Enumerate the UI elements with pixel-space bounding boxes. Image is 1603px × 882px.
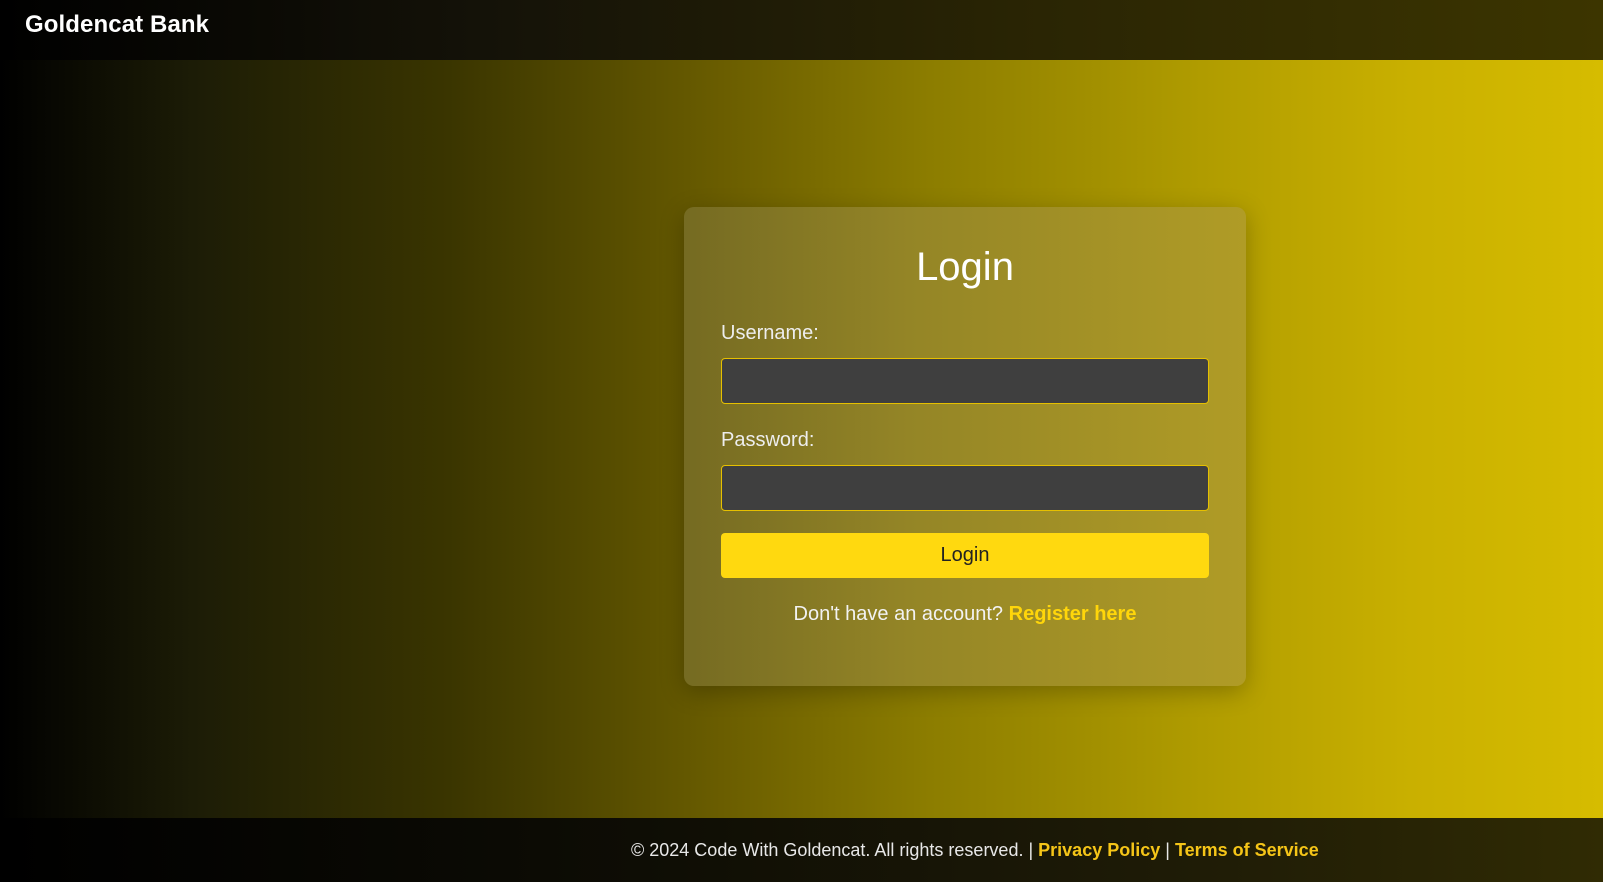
username-input[interactable] [721, 358, 1209, 404]
register-prompt-text: Don't have an account? [793, 603, 1004, 625]
footer-separator: | [1165, 840, 1170, 860]
register-link[interactable]: Register here [1009, 603, 1137, 625]
login-button[interactable]: Login [721, 533, 1209, 578]
brand-logo-text[interactable]: Goldencat Bank [25, 11, 209, 39]
terms-of-service-link[interactable]: Terms of Service [1175, 840, 1319, 860]
login-title: Login [916, 245, 1014, 289]
password-label: Password: [721, 429, 815, 451]
register-prompt-line: Don't have an account? Register here [684, 603, 1246, 626]
privacy-policy-link[interactable]: Privacy Policy [1038, 840, 1160, 860]
copyright-text: © 2024 Code With Goldencat. All rights r… [631, 840, 1034, 860]
username-label: Username: [721, 322, 819, 344]
page-footer: © 2024 Code With Goldencat. All rights r… [0, 818, 1603, 882]
top-header: Goldencat Bank [0, 0, 1603, 60]
password-input[interactable] [721, 465, 1209, 511]
footer-text-line: © 2024 Code With Goldencat. All rights r… [631, 840, 1319, 861]
login-card: Login Username: Password: Login Don't ha… [684, 207, 1246, 686]
